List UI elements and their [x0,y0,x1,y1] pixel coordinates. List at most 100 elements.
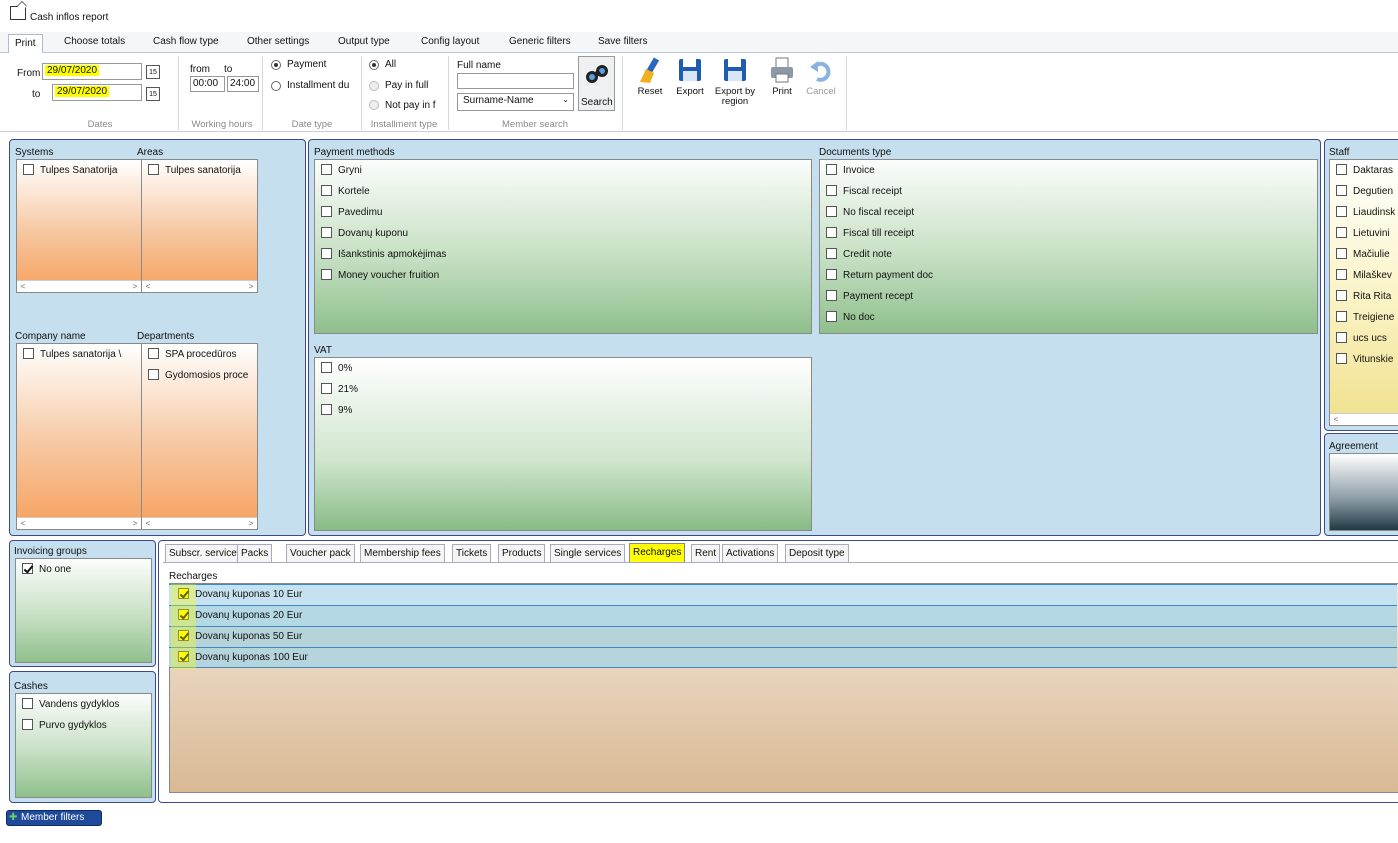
list-item[interactable]: 9% [321,404,352,422]
documents-type-list[interactable]: Invoice Fiscal receipt No fiscal receipt… [819,159,1318,334]
invoicing-groups-list[interactable]: No one [15,558,152,663]
not-pay-in-full-radio[interactable] [369,100,379,110]
recharge-row[interactable]: Dovanų kuponas 100 Eur [169,647,1397,668]
checkbox[interactable] [1336,206,1347,217]
list-item[interactable]: Lietuvini [1336,227,1390,245]
tab-save-filters[interactable]: Save filters [598,36,647,47]
checkbox[interactable] [826,185,837,196]
checkbox[interactable] [1336,164,1347,175]
horizontal-scrollbar[interactable]: < [1330,413,1398,425]
checkbox[interactable] [321,185,332,196]
tab-recharges[interactable]: Recharges [629,543,686,563]
tab-activations[interactable]: Activations [722,544,779,562]
checkbox[interactable] [1336,185,1347,196]
checkbox[interactable] [1336,248,1347,259]
list-item[interactable]: Liaudinsk [1336,206,1395,224]
hours-from-input[interactable]: 00:00 [190,76,225,92]
checkbox[interactable] [148,369,159,380]
checkbox[interactable] [321,164,332,175]
list-item[interactable]: Payment recept [826,290,913,308]
list-item[interactable]: Gryni [321,164,362,182]
list-item[interactable]: 21% [321,383,358,401]
list-item[interactable]: Money voucher fruition [321,269,439,287]
list-item[interactable]: No doc [826,311,875,329]
list-item[interactable]: Dovanų kuponu [321,227,408,245]
tab-choose-totals[interactable]: Choose totals [64,36,125,47]
list-item[interactable]: Vitunskie [1336,353,1393,371]
list-item[interactable]: Išankstinis apmokėjimas [321,248,446,266]
checkbox[interactable] [321,383,332,394]
list-item[interactable]: No one [22,563,71,581]
departments-list[interactable]: SPA procedūros Gydomosios proce < > [141,343,258,530]
checkbox[interactable] [1336,227,1347,238]
list-item[interactable]: Rita Rita [1336,290,1391,308]
list-item[interactable]: Degutien [1336,185,1393,203]
checkbox[interactable] [321,362,332,373]
tab-generic-filters[interactable]: Generic filters [509,36,571,47]
checkbox[interactable] [826,206,837,217]
tab-rent[interactable]: Rent [691,544,721,562]
tab-tickets[interactable]: Tickets [452,544,492,562]
payment-radio[interactable] [271,60,281,70]
checkbox[interactable] [321,206,332,217]
search-button[interactable]: Search [578,56,615,111]
checkbox[interactable] [826,164,837,175]
export-button[interactable]: Export [672,56,708,97]
list-item[interactable]: 0% [321,362,352,380]
checkbox[interactable] [826,248,837,259]
checkbox-checked[interactable] [22,563,33,574]
cashes-list[interactable]: Vandens gydyklos Purvo gydyklos [15,693,152,798]
vat-list[interactable]: 0% 21% 9% [314,357,812,531]
list-item[interactable]: Return payment doc [826,269,933,287]
checkbox[interactable] [826,290,837,301]
list-item[interactable]: Purvo gydyklos [22,719,107,737]
tab-cash-flow-type[interactable]: Cash flow type [153,36,219,47]
calendar-icon[interactable]: 15 [146,87,160,101]
cancel-button[interactable]: Cancel [803,56,839,97]
checkbox[interactable] [23,164,34,175]
agreement-list[interactable] [1329,453,1398,531]
checkbox[interactable] [22,719,33,730]
systems-list[interactable]: Tulpes Sanatorija < > [16,159,142,293]
calendar-icon[interactable]: 15 [146,65,160,79]
list-item[interactable]: Tulpes sanatorija \ [23,348,141,366]
checkbox[interactable] [1336,290,1347,301]
payment-methods-list[interactable]: Gryni Kortele Pavedimu Dovanų kuponu Iša… [314,159,812,334]
checkbox[interactable] [22,698,33,709]
recharge-row[interactable]: Dovanų kuponas 10 Eur [169,584,1397,605]
export-by-region-button[interactable]: Export by region [710,56,760,107]
checkbox[interactable] [321,248,332,259]
to-date-input[interactable]: 29/07/2020 [52,84,142,101]
checkbox[interactable] [321,269,332,280]
checkbox[interactable] [1336,269,1347,280]
areas-list[interactable]: Tulpes sanatorija < > [141,159,258,293]
checkbox[interactable] [148,164,159,175]
installment-radio[interactable] [271,81,281,91]
recharge-row[interactable]: Dovanų kuponas 50 Eur [169,626,1397,647]
from-date-input[interactable]: 29/07/2020 [42,63,142,80]
list-item[interactable]: SPA procedūros [148,348,257,366]
list-item[interactable]: Tulpes sanatorija [148,164,241,182]
list-item[interactable]: Pavedimu [321,206,382,224]
print-button[interactable]: Print [765,56,799,97]
list-item[interactable]: Kortele [321,185,370,203]
tab-membership-fees[interactable]: Membership fees [360,544,445,562]
tab-print[interactable]: Print [8,34,43,54]
tab-config-layout[interactable]: Config layout [421,36,479,47]
reset-button[interactable]: Reset [632,56,668,97]
horizontal-scrollbar[interactable]: < > [142,280,257,292]
list-item[interactable]: Daktaras [1336,164,1393,182]
checkbox[interactable] [148,348,159,359]
list-item[interactable]: Milaškev [1336,269,1392,287]
member-filters-button[interactable]: Member filters [6,810,102,826]
list-item[interactable]: Credit note [826,248,892,266]
checkbox[interactable] [1336,311,1347,322]
list-item[interactable]: Treigiene [1336,311,1394,329]
list-item[interactable]: Mačiulie [1336,248,1390,266]
tab-products[interactable]: Products [498,544,546,562]
tab-single-services[interactable]: Single services [550,544,626,562]
checkbox[interactable] [826,269,837,280]
list-item[interactable]: No fiscal receipt [826,206,914,224]
checkbox[interactable] [321,227,332,238]
list-item[interactable]: ucs ucs [1336,332,1387,350]
